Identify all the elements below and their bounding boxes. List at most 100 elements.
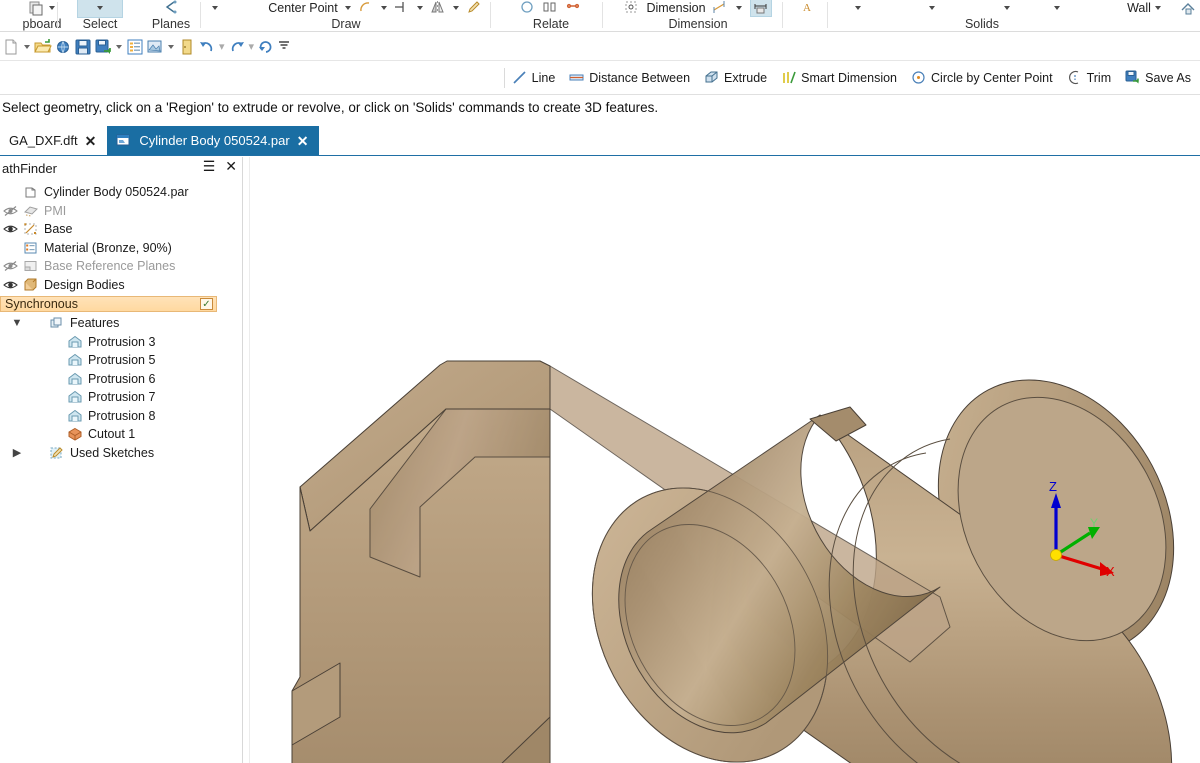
- ribbon-group-wall: Wall: [1120, 0, 1170, 32]
- synchronous-section-header[interactable]: Synchronous ✓: [0, 296, 217, 312]
- document-tab-bar: GA_DXF.dft ✕ Cylinder Body 050524.par ✕: [0, 126, 1200, 156]
- visibility-hidden-icon[interactable]: [0, 205, 20, 217]
- undo-icon[interactable]: [198, 38, 216, 56]
- tree-item-label: Protrusion 5: [85, 353, 155, 367]
- fillet-icon[interactable]: [394, 0, 410, 16]
- globe-icon[interactable]: [54, 38, 72, 56]
- tree-item-protrusion-5[interactable]: Protrusion 5: [0, 351, 242, 370]
- close-document-icon[interactable]: [178, 38, 196, 56]
- properties-icon[interactable]: [126, 38, 144, 56]
- tree-item-base[interactable]: Base: [0, 220, 242, 239]
- synchronous-checkbox[interactable]: ✓: [200, 298, 213, 310]
- center-point-caret[interactable]: [345, 6, 351, 10]
- save-as-icon[interactable]: [94, 38, 112, 56]
- select-tool-button[interactable]: [77, 0, 123, 18]
- command-line[interactable]: Line: [504, 68, 563, 88]
- mirror-caret[interactable]: [453, 6, 459, 10]
- maintain-relationships-icon[interactable]: [566, 0, 582, 16]
- tree-item-base-reference-planes[interactable]: Base Reference Planes: [0, 257, 242, 276]
- command-extrude[interactable]: Extrude: [697, 68, 774, 88]
- visibility-visible-icon[interactable]: [0, 223, 20, 235]
- sheet-metal-icon[interactable]: [1180, 0, 1196, 16]
- tree-item-part-document[interactable]: Cylinder Body 050524.par: [0, 183, 242, 202]
- command-circle-center-point[interactable]: Circle by Center Point: [904, 68, 1060, 88]
- graphics-viewport[interactable]: Z Y X: [249, 157, 1200, 763]
- protrusion-icon: [64, 353, 85, 367]
- smart-dimension-icon: [781, 70, 797, 86]
- dimension-caret[interactable]: [736, 6, 742, 10]
- arc-icon[interactable]: [358, 0, 374, 16]
- close-icon[interactable]: ✕: [225, 159, 237, 173]
- concentric-relate-icon[interactable]: [520, 0, 536, 16]
- solids-gallery-caret-3[interactable]: [1004, 6, 1010, 10]
- open-folder-icon[interactable]: [34, 38, 52, 56]
- close-icon[interactable]: ✕: [85, 134, 97, 148]
- visibility-hidden-icon[interactable]: [0, 260, 20, 272]
- tree-item-label: Protrusion 6: [85, 372, 155, 386]
- tree-item-protrusion-6[interactable]: Protrusion 6: [0, 370, 242, 389]
- equal-relate-icon[interactable]: [543, 0, 559, 16]
- undo-dropdown-caret[interactable]: ▾: [218, 40, 226, 53]
- redo-dropdown-caret[interactable]: ▾: [248, 40, 256, 53]
- command-extrude-label: Extrude: [724, 71, 767, 85]
- command-save-as[interactable]: Save As: [1118, 68, 1198, 88]
- tree-item-design-bodies[interactable]: Design Bodies: [0, 276, 242, 295]
- tree-item-used-sketches[interactable]: ▶ Used Sketches: [0, 444, 242, 463]
- solids-gallery-caret-4[interactable]: [1054, 6, 1060, 10]
- base-sketch-icon: [20, 222, 41, 236]
- fillet-caret[interactable]: [417, 6, 423, 10]
- redo-icon[interactable]: [228, 38, 246, 56]
- tree-item-material[interactable]: Material (Bronze, 90%): [0, 239, 242, 258]
- chevron-right-icon[interactable]: ▶: [6, 446, 28, 459]
- distance-between-icon: [569, 70, 585, 86]
- wall-caret[interactable]: [1155, 6, 1161, 10]
- draw-gallery-caret[interactable]: [212, 6, 218, 10]
- refresh-icon[interactable]: [257, 38, 275, 56]
- ribbon-separator-2: [200, 2, 201, 28]
- arc-caret[interactable]: [381, 6, 387, 10]
- tree-item-protrusion-3[interactable]: Protrusion 3: [0, 333, 242, 352]
- select-dropdown-caret[interactable]: [97, 6, 103, 10]
- ribbon-separator-3: [490, 2, 491, 28]
- close-icon[interactable]: ✕: [297, 134, 309, 148]
- command-trim[interactable]: Trim: [1060, 68, 1119, 88]
- document-tab-ga-dxf[interactable]: GA_DXF.dft ✕: [0, 126, 107, 155]
- dimension-axis-button[interactable]: [750, 0, 772, 17]
- new-document-icon[interactable]: [2, 38, 20, 56]
- dimension-target-icon[interactable]: [624, 0, 640, 16]
- document-tab-cylinder-body[interactable]: Cylinder Body 050524.par ✕: [107, 126, 319, 155]
- tree-item-protrusion-8[interactable]: Protrusion 8: [0, 407, 242, 426]
- command-distance-between[interactable]: Distance Between: [562, 68, 697, 88]
- text-annotation-icon[interactable]: A: [800, 0, 816, 16]
- tree-item-cutout-1[interactable]: Cutout 1: [0, 425, 242, 444]
- paste-icon[interactable]: [28, 0, 44, 16]
- center-point-label[interactable]: Center Point: [268, 1, 337, 15]
- tree-item-features[interactable]: ▼ Features: [0, 314, 242, 333]
- command-smart-dimension[interactable]: Smart Dimension: [774, 68, 904, 88]
- pathfinder-tree: Cylinder Body 050524.par: [0, 180, 242, 462]
- cylinder-body-model[interactable]: Z Y X: [250, 157, 1200, 763]
- solids-gallery-caret-2[interactable]: [929, 6, 935, 10]
- mirror-icon[interactable]: [430, 0, 446, 16]
- tree-item-pmi[interactable]: PMI: [0, 202, 242, 221]
- print-preview-icon[interactable]: [146, 38, 164, 56]
- customize-qat-icon[interactable]: [277, 38, 295, 56]
- save-as-caret[interactable]: [116, 45, 122, 49]
- tree-item-label: Base Reference Planes: [41, 259, 175, 273]
- tree-item-label: Material (Bronze, 90%): [41, 241, 172, 255]
- chevron-down-icon[interactable]: ▼: [6, 317, 28, 329]
- tree-item-protrusion-7[interactable]: Protrusion 7: [0, 388, 242, 407]
- save-icon[interactable]: [74, 38, 92, 56]
- new-document-caret[interactable]: [24, 45, 30, 49]
- ribbon-separator-6: [827, 2, 828, 28]
- dimension-label[interactable]: Dimension: [646, 1, 705, 15]
- wall-label[interactable]: Wall: [1127, 1, 1151, 15]
- pathfinder-menu-icon[interactable]: ☰: [203, 159, 216, 173]
- pencil-edit-icon[interactable]: [466, 0, 482, 16]
- print-preview-caret[interactable]: [168, 45, 174, 49]
- paste-dropdown-caret[interactable]: [49, 6, 55, 10]
- visibility-visible-icon[interactable]: [0, 279, 20, 291]
- solids-gallery-caret-1[interactable]: [855, 6, 861, 10]
- smart-dimension-icon[interactable]: [712, 0, 728, 16]
- planes-icon[interactable]: [163, 0, 179, 16]
